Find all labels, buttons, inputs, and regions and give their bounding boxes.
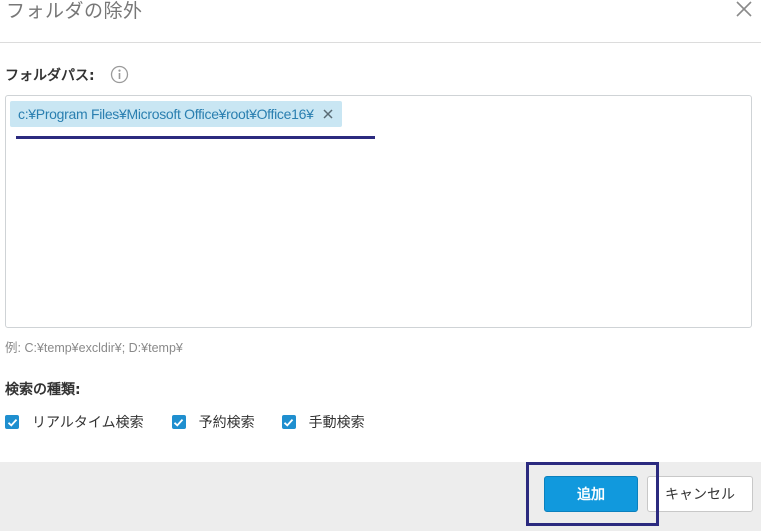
dialog-header: フォルダの除外	[0, 0, 761, 43]
search-type-label: 検索の種類:	[5, 382, 81, 398]
annotation-highlight-box	[526, 462, 659, 526]
close-icon[interactable]	[733, 0, 755, 20]
check-icon	[281, 415, 296, 429]
search-type-options: リアルタイム検索 予約検索 手動検索	[5, 412, 365, 432]
dialog-title: フォルダの除外	[6, 0, 143, 22]
checkbox-scheduled-search[interactable]: 予約検索	[171, 412, 255, 432]
info-icon[interactable]	[110, 65, 129, 84]
check-icon	[171, 415, 186, 429]
checkbox-realtime-search[interactable]: リアルタイム検索	[5, 412, 144, 432]
annotation-underline	[16, 136, 375, 139]
checkbox-label: 予約検索	[198, 415, 255, 431]
folder-path-hint: 例: C:¥temp¥excldir¥; D:¥temp¥	[5, 341, 183, 355]
folder-path-chip: c:¥Program Files¥Microsoft Office¥root¥O…	[10, 101, 342, 127]
checkbox-label: リアルタイム検索	[32, 415, 144, 431]
cancel-button[interactable]: キャンセル	[647, 476, 753, 512]
remove-icon[interactable]	[322, 108, 334, 120]
check-icon	[5, 415, 19, 429]
folder-path-label: フォルダパス:	[5, 68, 95, 84]
checkbox-manual-search[interactable]: 手動検索	[281, 412, 365, 432]
folder-path-chip-text: c:¥Program Files¥Microsoft Office¥root¥O…	[18, 106, 314, 122]
folder-path-input[interactable]: c:¥Program Files¥Microsoft Office¥root¥O…	[5, 95, 752, 328]
checkbox-label: 手動検索	[308, 415, 365, 431]
